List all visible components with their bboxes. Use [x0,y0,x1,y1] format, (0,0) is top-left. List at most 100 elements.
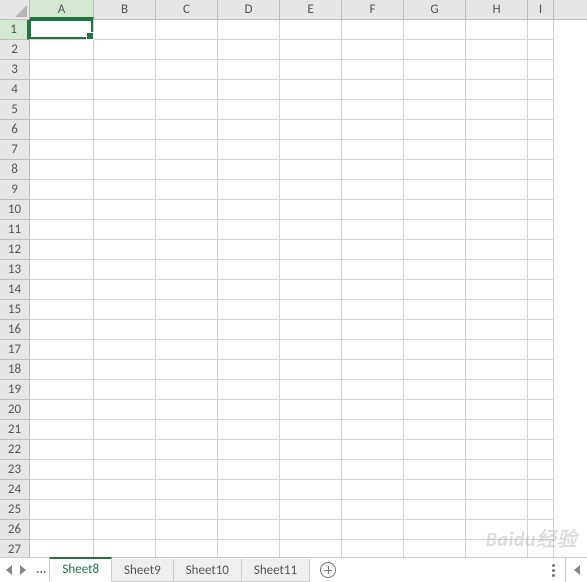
cell[interactable] [466,380,528,400]
cell[interactable] [280,340,342,360]
cell[interactable] [342,260,404,280]
cell[interactable] [466,440,528,460]
cell[interactable] [528,200,554,220]
tab-nav-next-icon[interactable] [20,565,26,575]
cell[interactable] [156,80,218,100]
add-sheet-button[interactable] [316,558,340,582]
cell[interactable] [156,480,218,500]
sheet-tab-sheet9[interactable]: Sheet9 [111,559,174,582]
cell[interactable] [156,20,218,40]
sheet-tab-sheet8[interactable]: Sheet8 [49,557,112,582]
cell[interactable] [156,420,218,440]
sheet-tab-sheet10[interactable]: Sheet10 [173,559,242,582]
cell[interactable] [342,520,404,540]
cell[interactable] [156,400,218,420]
cell[interactable] [404,160,466,180]
cell[interactable] [404,40,466,60]
cell[interactable] [342,120,404,140]
cell[interactable] [404,220,466,240]
cell[interactable] [404,200,466,220]
cell[interactable] [94,280,156,300]
cell[interactable] [404,420,466,440]
cell[interactable] [342,220,404,240]
cell[interactable] [404,180,466,200]
cell[interactable] [156,500,218,520]
cell[interactable] [404,400,466,420]
cell[interactable] [30,300,94,320]
cell[interactable] [280,160,342,180]
cell[interactable] [528,420,554,440]
row-header-3[interactable]: 3 [0,60,29,80]
cell[interactable] [528,220,554,240]
cell[interactable] [342,100,404,120]
column-header-e[interactable]: E [280,0,342,19]
cell[interactable] [404,260,466,280]
cell[interactable] [404,460,466,480]
row-header-9[interactable]: 9 [0,180,29,200]
cell[interactable] [466,480,528,500]
cell[interactable] [528,300,554,320]
cell[interactable] [156,60,218,80]
cell[interactable] [342,40,404,60]
cell[interactable] [466,460,528,480]
cell[interactable] [528,120,554,140]
cell[interactable] [466,340,528,360]
cell[interactable] [94,480,156,500]
row-header-22[interactable]: 22 [0,440,29,460]
cell[interactable] [280,200,342,220]
cell[interactable] [342,400,404,420]
cell[interactable] [280,60,342,80]
row-header-8[interactable]: 8 [0,160,29,180]
row-header-15[interactable]: 15 [0,300,29,320]
cell[interactable] [94,260,156,280]
row-header-26[interactable]: 26 [0,520,29,540]
cell[interactable] [94,440,156,460]
cell[interactable] [156,120,218,140]
cell[interactable] [218,200,280,220]
cell[interactable] [342,80,404,100]
row-header-5[interactable]: 5 [0,100,29,120]
row-header-20[interactable]: 20 [0,400,29,420]
cell[interactable] [218,240,280,260]
cell[interactable] [156,100,218,120]
cell[interactable] [94,200,156,220]
cell[interactable] [94,420,156,440]
cell[interactable] [30,120,94,140]
cell[interactable] [218,460,280,480]
row-header-7[interactable]: 7 [0,140,29,160]
row-header-11[interactable]: 11 [0,220,29,240]
cell[interactable] [342,420,404,440]
cell[interactable] [94,180,156,200]
cell[interactable] [30,480,94,500]
cell-grid[interactable] [30,20,587,560]
cell[interactable] [342,20,404,40]
row-header-25[interactable]: 25 [0,500,29,520]
cell[interactable] [404,480,466,500]
horizontal-scroll-left[interactable] [565,558,587,582]
row-header-19[interactable]: 19 [0,380,29,400]
cell[interactable] [94,220,156,240]
cell[interactable] [218,380,280,400]
cell[interactable] [280,280,342,300]
cell[interactable] [528,460,554,480]
cell[interactable] [218,140,280,160]
cell[interactable] [30,520,94,540]
row-header-17[interactable]: 17 [0,340,29,360]
cell[interactable] [404,300,466,320]
cell[interactable] [94,460,156,480]
cell[interactable] [218,400,280,420]
select-all-corner[interactable] [0,0,30,20]
cell[interactable] [404,280,466,300]
cell[interactable] [94,80,156,100]
cell[interactable] [218,100,280,120]
cell[interactable] [280,320,342,340]
cell[interactable] [156,300,218,320]
cell[interactable] [30,40,94,60]
cell[interactable] [218,440,280,460]
cell[interactable] [30,160,94,180]
cell[interactable] [30,80,94,100]
cell[interactable] [94,100,156,120]
cell[interactable] [30,220,94,240]
cell[interactable] [94,300,156,320]
cell[interactable] [404,380,466,400]
